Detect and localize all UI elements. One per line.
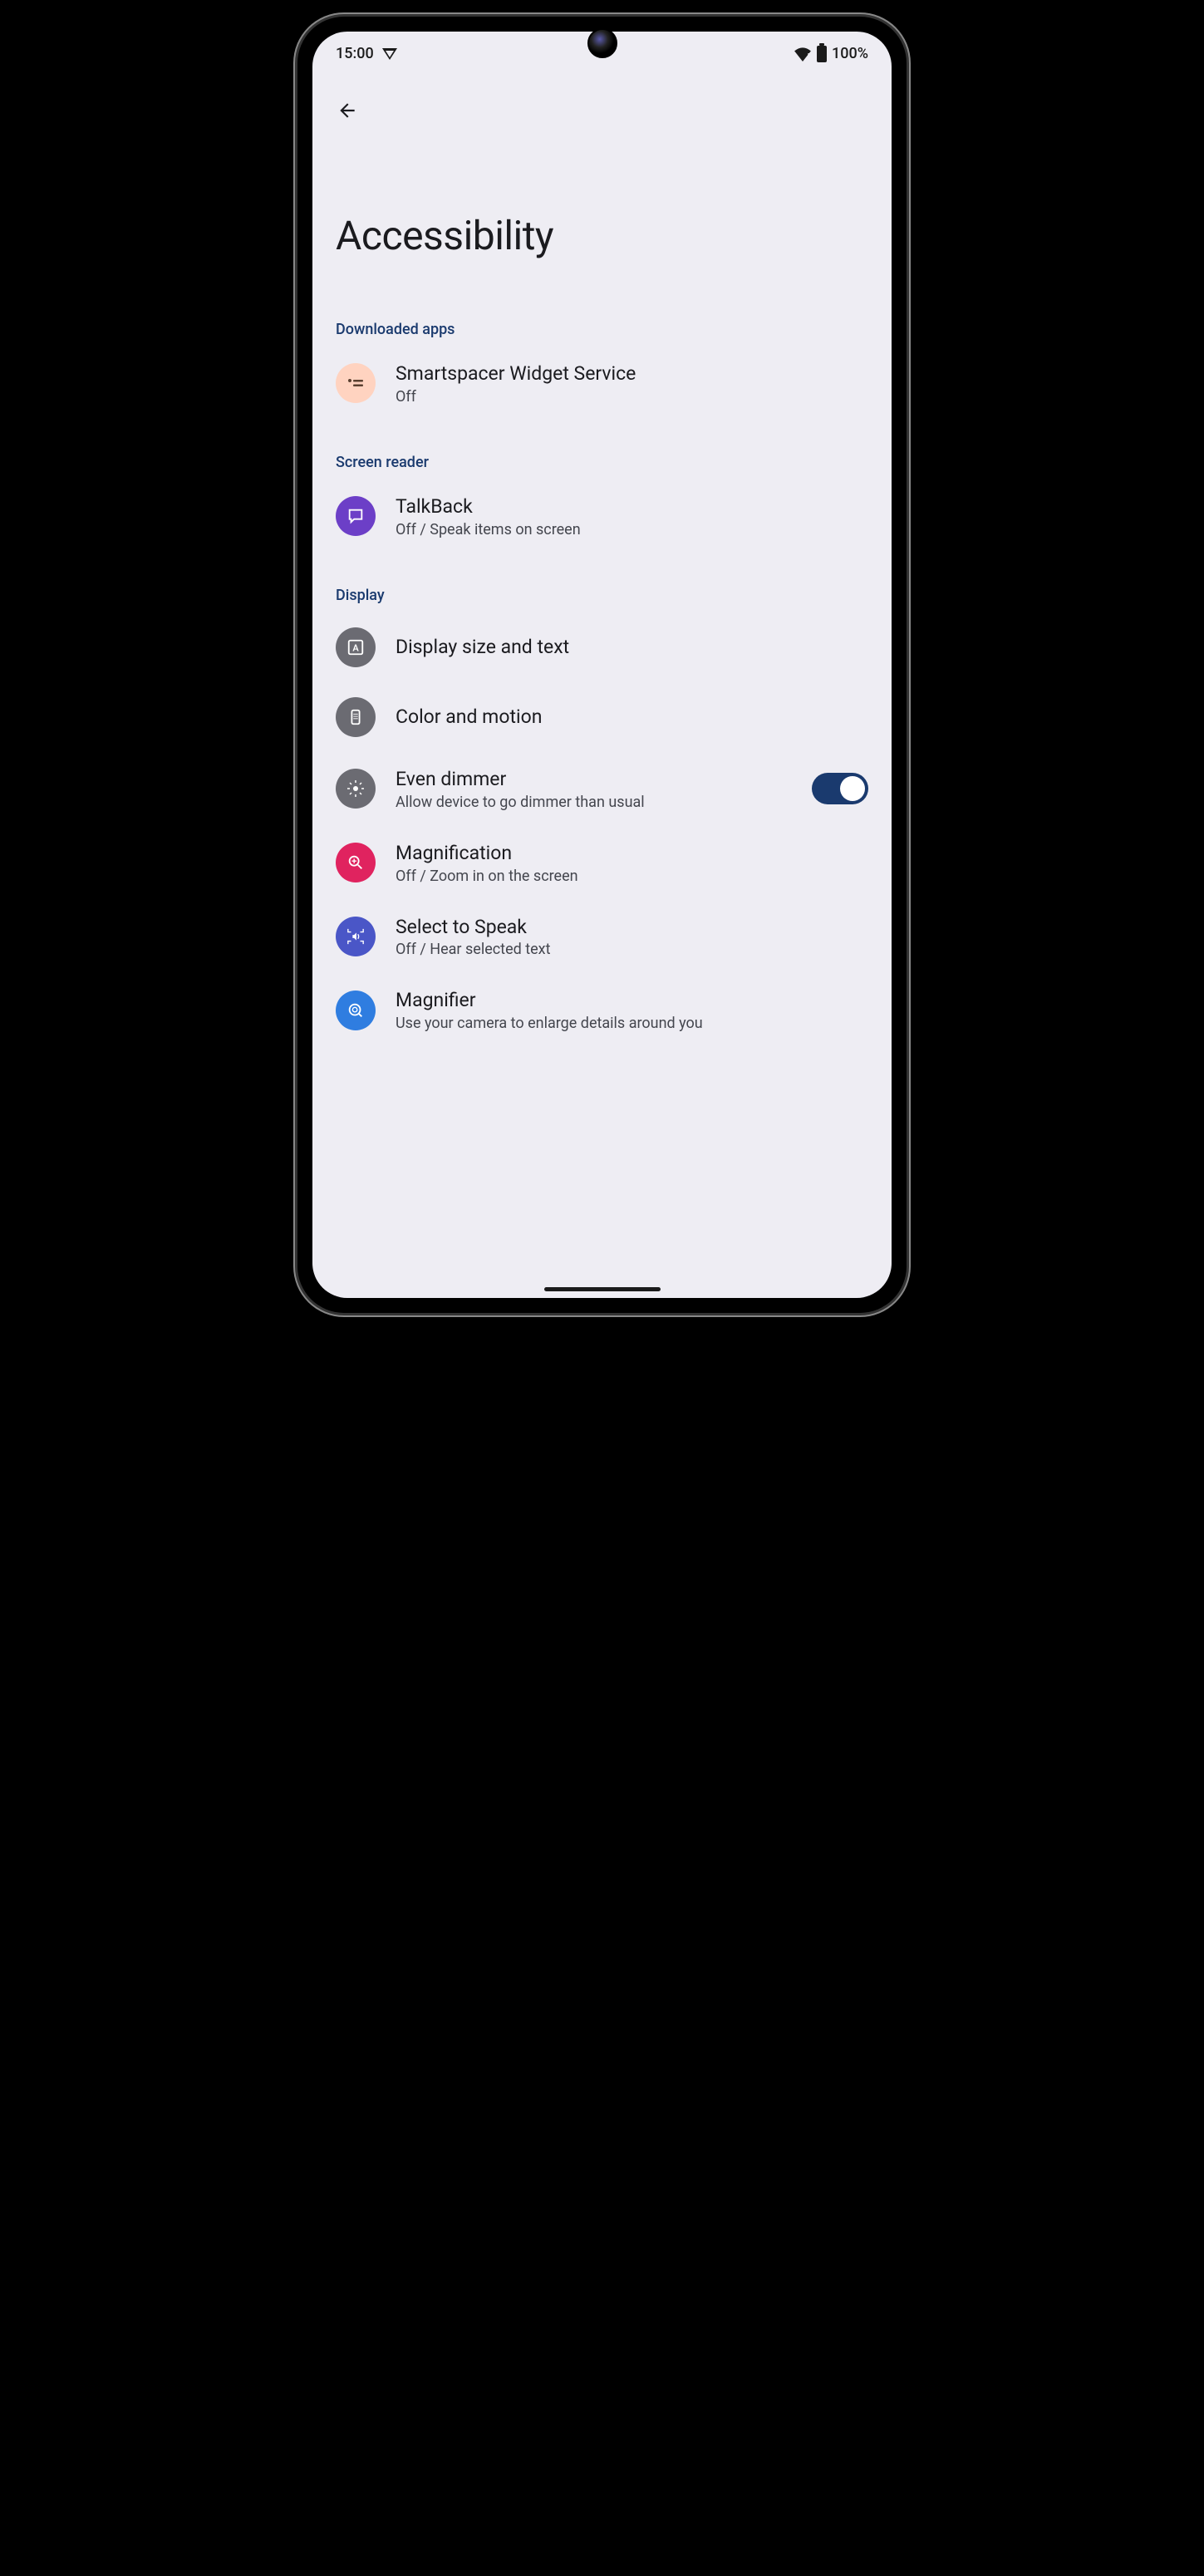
zoom-in-icon	[336, 843, 376, 882]
row-talkback[interactable]: TalkBack Off / Speak items on screen	[312, 479, 892, 553]
row-text: Even dimmer Allow device to go dimmer th…	[396, 767, 792, 811]
item-title: Select to Speak	[396, 915, 868, 940]
item-subtitle: Off	[396, 388, 868, 406]
row-text: Magnifier Use your camera to enlarge det…	[396, 988, 868, 1032]
back-button[interactable]	[329, 92, 366, 129]
text-size-icon: A	[336, 627, 376, 667]
row-even-dimmer[interactable]: Even dimmer Allow device to go dimmer th…	[312, 752, 892, 826]
item-title: TalkBack	[396, 494, 868, 519]
row-color-motion[interactable]: Color and motion	[312, 682, 892, 752]
item-title: Color and motion	[396, 705, 868, 730]
vpn-icon	[382, 48, 397, 60]
item-title: Even dimmer	[396, 767, 792, 792]
battery-icon	[817, 46, 827, 62]
row-text: Magnification Off / Zoom in on the scree…	[396, 841, 868, 885]
item-subtitle: Off / Speak items on screen	[396, 521, 868, 538]
item-subtitle: Off / Hear selected text	[396, 941, 868, 958]
magnifier-camera-icon	[336, 991, 376, 1030]
phone-icon	[336, 697, 376, 737]
svg-text:A: A	[352, 642, 359, 653]
speaker-select-icon	[336, 917, 376, 956]
screen: 15:00 100% Accessibility Downloaded apps	[312, 32, 892, 1298]
status-right: 100%	[794, 45, 868, 62]
row-magnifier[interactable]: Magnifier Use your camera to enlarge det…	[312, 973, 892, 1047]
row-text: Color and motion	[396, 705, 868, 730]
item-title: Magnifier	[396, 988, 868, 1013]
app-bar	[312, 69, 892, 137]
item-title: Magnification	[396, 841, 868, 866]
list-icon	[336, 363, 376, 403]
speech-bubble-icon	[336, 496, 376, 536]
wifi-icon	[794, 47, 812, 61]
even-dimmer-toggle[interactable]	[812, 773, 868, 804]
status-battery-pct: 100%	[832, 45, 868, 62]
item-title: Display size and text	[396, 635, 868, 660]
status-left: 15:00	[336, 45, 397, 62]
camera-notch	[587, 28, 617, 58]
section-screen-reader: Screen reader	[312, 420, 892, 479]
brightness-icon	[336, 769, 376, 809]
section-downloaded-apps: Downloaded apps	[312, 301, 892, 347]
arrow-back-icon	[337, 100, 358, 121]
phone-frame: 15:00 100% Accessibility Downloaded apps	[297, 17, 907, 1313]
item-subtitle: Use your camera to enlarge details aroun…	[396, 1015, 868, 1032]
row-text: Smartspacer Widget Service Off	[396, 361, 868, 406]
row-text: Select to Speak Off / Hear selected text	[396, 915, 868, 959]
row-text: TalkBack Off / Speak items on screen	[396, 494, 868, 538]
nav-handle[interactable]	[544, 1287, 661, 1291]
row-text: Display size and text	[396, 635, 868, 660]
status-time: 15:00	[336, 45, 374, 62]
item-subtitle: Off / Zoom in on the screen	[396, 868, 868, 885]
section-display: Display	[312, 553, 892, 612]
row-display-size[interactable]: A Display size and text	[312, 612, 892, 682]
item-title: Smartspacer Widget Service	[396, 361, 868, 386]
row-smartspacer[interactable]: Smartspacer Widget Service Off	[312, 347, 892, 420]
page-title: Accessibility	[312, 137, 892, 301]
item-subtitle: Allow device to go dimmer than usual	[396, 794, 792, 811]
row-select-to-speak[interactable]: Select to Speak Off / Hear selected text	[312, 900, 892, 974]
row-magnification[interactable]: Magnification Off / Zoom in on the scree…	[312, 826, 892, 900]
